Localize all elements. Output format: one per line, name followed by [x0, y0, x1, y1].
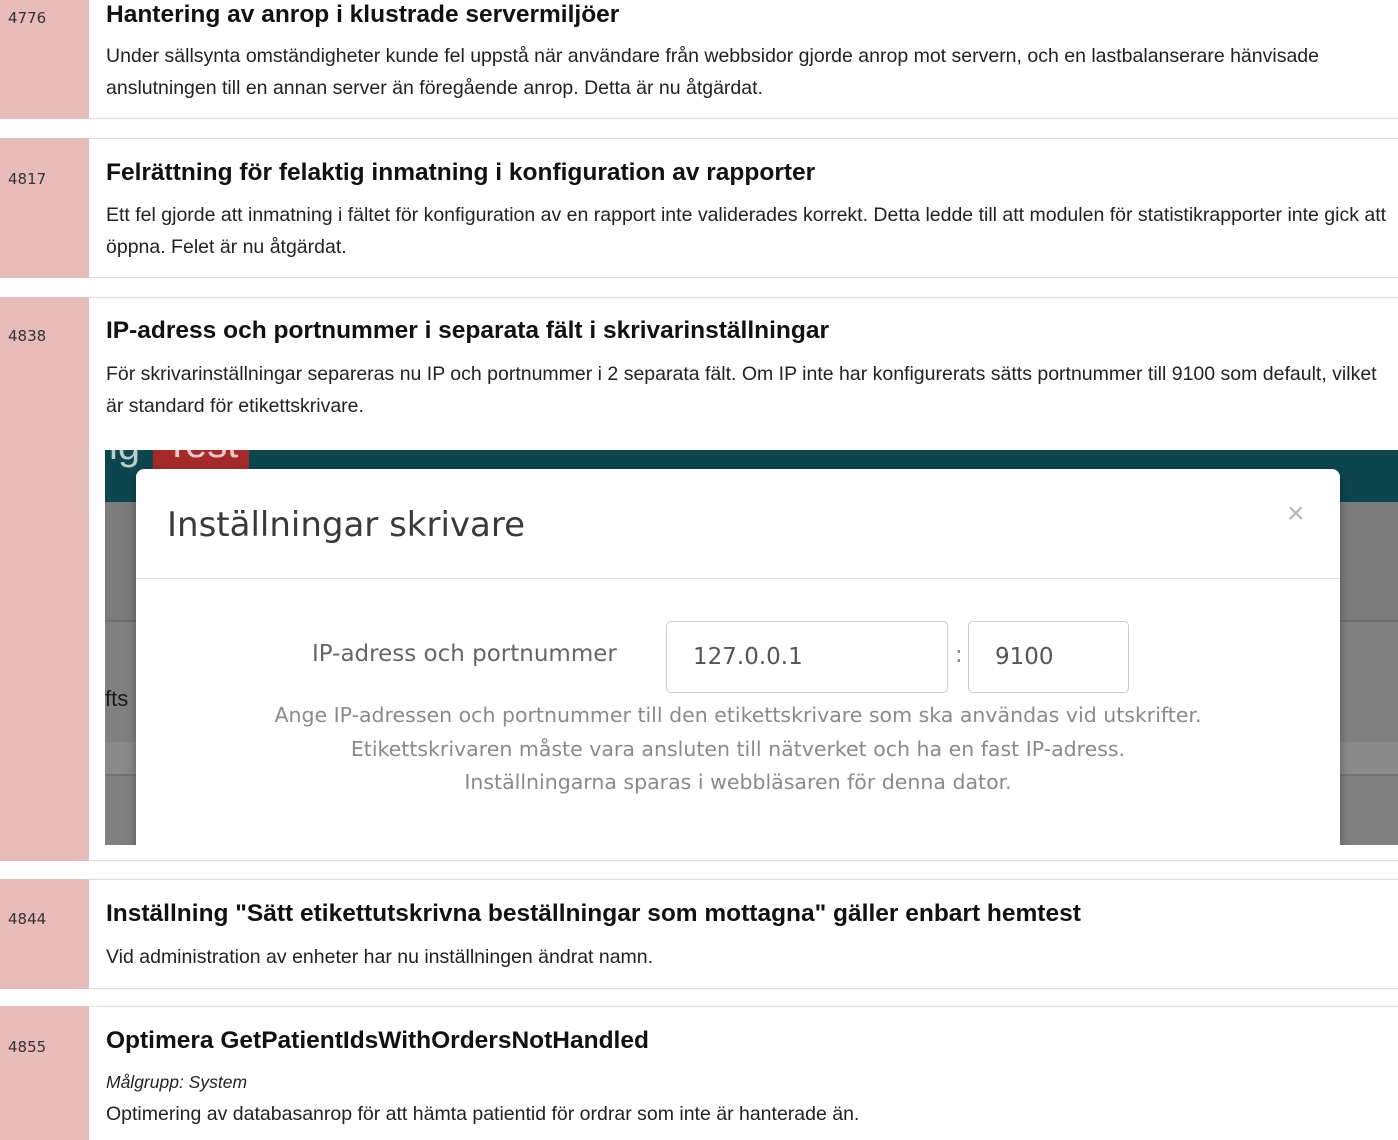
entry-description: För skrivarinställningar separeras nu IP… — [106, 363, 1377, 417]
ip-address-input[interactable] — [666, 621, 948, 693]
test-badge: Test — [153, 450, 249, 470]
help-line: Inställningarna sparas i webbläsaren för… — [464, 770, 1012, 794]
changelog-entry: 4776 Hantering av anrop i klustrade serv… — [0, 0, 1398, 119]
entry-description: Under sällsynta omständigheter kunde fel… — [106, 45, 1319, 99]
divider — [89, 988, 1398, 989]
background-text: fts — [105, 686, 129, 711]
entry-description: Vid administration av enheter har nu ins… — [106, 946, 654, 968]
divider — [89, 860, 1398, 861]
ip-port-label: IP-adress och portnummer — [312, 641, 617, 667]
divider — [89, 1006, 1398, 1007]
entry-gutter — [0, 138, 89, 278]
entry-description: Ett fel gjorde att inmatning i fältet fö… — [106, 204, 1387, 258]
printer-settings-modal: Inställningar skrivare × IP-adress och p… — [136, 469, 1340, 845]
test-badge-label: Test — [165, 450, 238, 467]
changelog-entry: 4817 Felrättning för felaktig inmatning … — [0, 138, 1398, 278]
changelog-entry: 4855 Optimera GetPatientIdsWithOrdersNot… — [0, 1006, 1398, 1140]
help-line: Ange IP-adressen och portnummer till den… — [274, 703, 1202, 727]
divider — [89, 118, 1398, 119]
help-text: Ange IP-adressen och portnummer till den… — [136, 699, 1340, 800]
entry-number: 4776 — [8, 9, 47, 27]
entry-title: IP-adress och portnummer i separata fält… — [106, 317, 829, 344]
divider — [89, 277, 1398, 278]
help-line: Etikettskrivaren måste vara ansluten til… — [350, 736, 1126, 761]
entry-title: Hantering av anrop i klustrade servermil… — [106, 1, 620, 28]
entry-description: Optimering av databasanrop för att hämta… — [106, 1103, 860, 1125]
ip-port-separator: : — [955, 642, 963, 668]
divider — [89, 138, 1398, 139]
entry-gutter — [0, 879, 89, 989]
embedded-screenshot: ig Test fts Inställningar skrivare × IP-… — [105, 450, 1398, 845]
modal-header-divider — [136, 578, 1340, 579]
app-brand: ig — [109, 450, 140, 469]
changelog-entry: 4844 Inställning "Sätt etikettutskrivna … — [0, 879, 1398, 989]
entry-number: 4844 — [8, 910, 47, 928]
divider — [89, 297, 1398, 298]
entry-number: 4838 — [8, 327, 47, 345]
entry-title: Inställning "Sätt etikettutskrivna bestä… — [106, 900, 1081, 927]
modal-title: Inställningar skrivare — [167, 505, 526, 545]
port-number-input[interactable] — [968, 621, 1129, 693]
entry-gutter — [0, 297, 89, 861]
entry-title: Optimera GetPatientIdsWithOrdersNotHandl… — [106, 1027, 649, 1054]
entry-title: Felrättning för felaktig inmatning i kon… — [106, 159, 816, 186]
entry-gutter — [0, 1006, 89, 1140]
entry-number: 4817 — [8, 170, 47, 188]
target-group: Målgrupp: System — [106, 1072, 248, 1092]
divider — [89, 879, 1398, 880]
close-icon[interactable]: × — [1287, 497, 1305, 531]
entry-number: 4855 — [8, 1038, 47, 1056]
